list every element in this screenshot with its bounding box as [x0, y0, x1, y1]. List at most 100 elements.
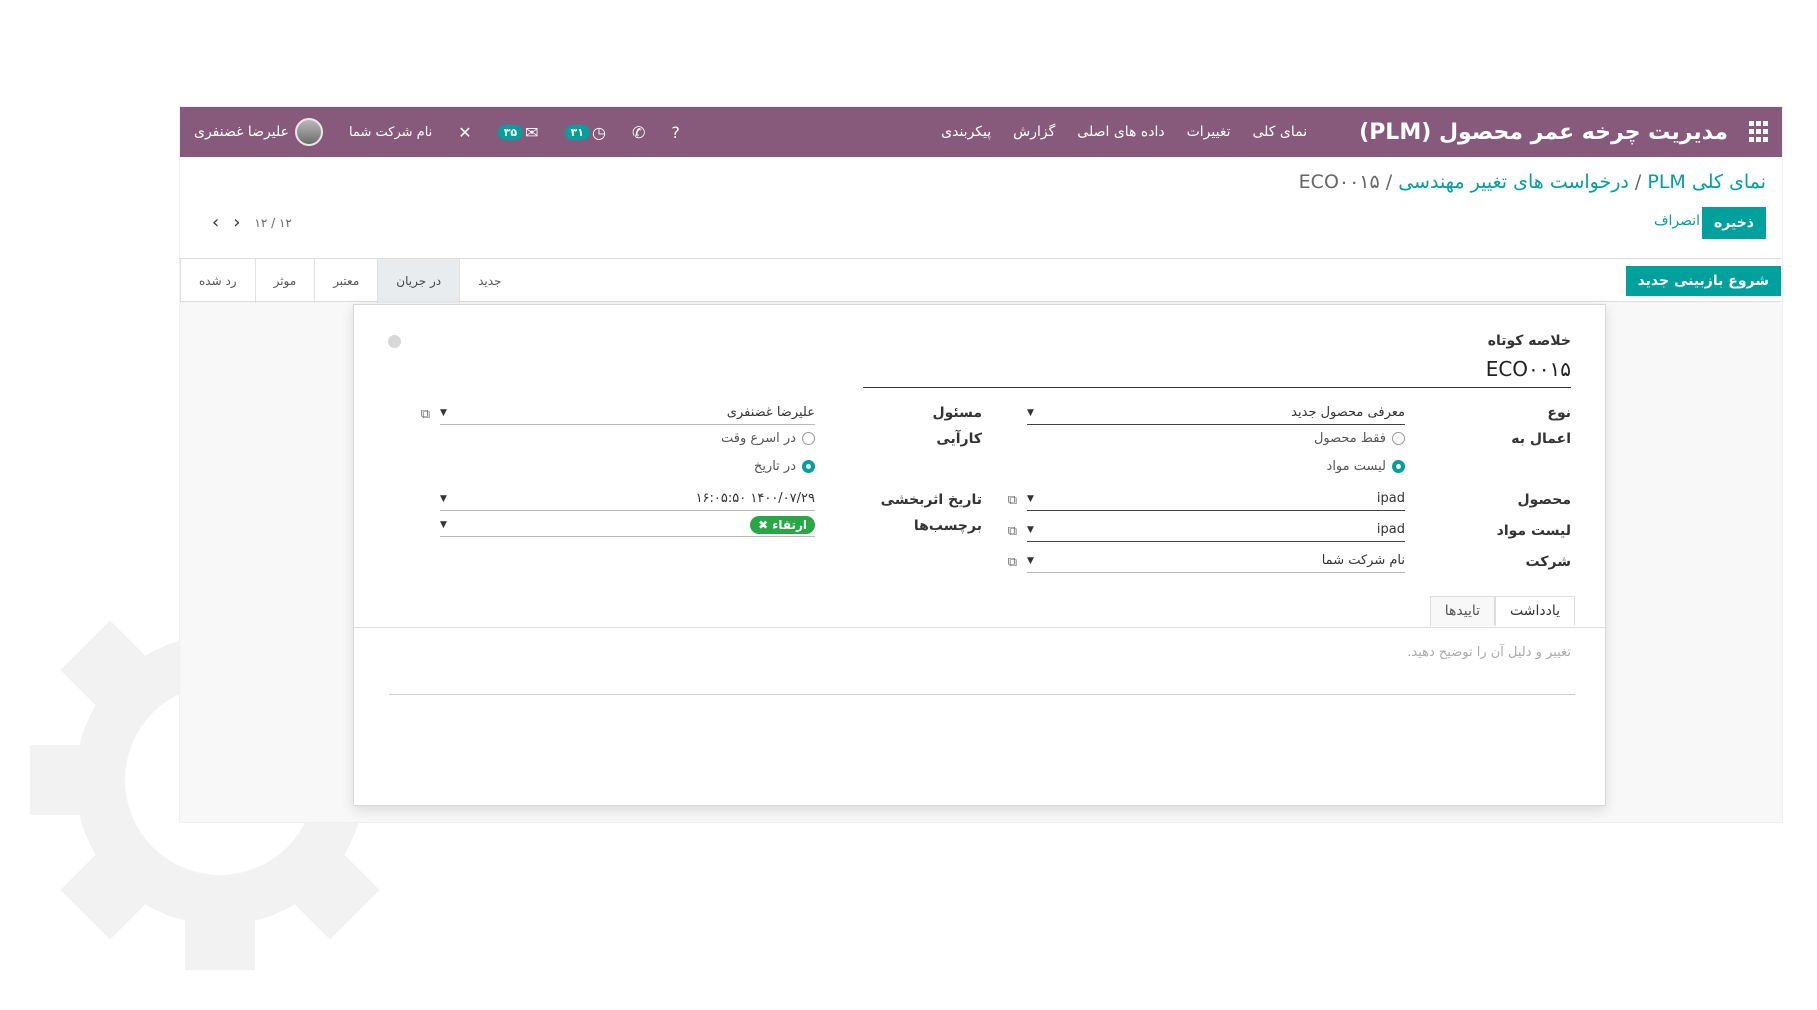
- stage-new[interactable]: جدید: [459, 258, 519, 303]
- chevron-down-icon: ▼: [1027, 407, 1034, 418]
- type-select[interactable]: معرفی محصول جدید ▼: [1027, 401, 1405, 425]
- radio-label: فقط محصول: [1313, 431, 1386, 446]
- help-icon[interactable]: ?: [671, 123, 680, 142]
- tab-approvals[interactable]: تاییدها: [1429, 596, 1495, 626]
- app-window: مدیریت چرخه عمر محصول (PLM) نمای کلی تغی…: [180, 107, 1782, 822]
- product-label: محصول: [1517, 492, 1571, 508]
- messages-button[interactable]: ✉ ۳۵: [497, 122, 539, 142]
- activities-button[interactable]: ◷ ۳۱: [564, 122, 606, 142]
- menu-overview[interactable]: نمای کلی: [1252, 124, 1307, 140]
- breadcrumb-root[interactable]: نمای کلی PLM: [1647, 171, 1766, 193]
- effective-date-value: ۱۴۰۰/۰۷/۲۹ ۱۶:۰۵:۵۰: [695, 491, 815, 506]
- menu-changes[interactable]: تغییرات: [1187, 124, 1231, 140]
- start-review-button[interactable]: شروع بازبینی جدید: [1625, 265, 1781, 296]
- external-link-icon[interactable]: ⧉: [1008, 555, 1017, 570]
- at-date-radio[interactable]: در تاریخ: [754, 459, 815, 474]
- menu-master-data[interactable]: داده های اصلی: [1077, 124, 1164, 140]
- stage-validated[interactable]: معتبر: [314, 258, 377, 303]
- notes-underline: [389, 694, 1575, 695]
- stage-in-progress[interactable]: در جریان: [377, 258, 460, 303]
- radio-empty-icon: [1392, 432, 1405, 445]
- main-menu: نمای کلی تغییرات داده های اصلی گزارش پیک…: [941, 124, 1307, 140]
- tag-remove-icon[interactable]: ✖: [758, 518, 768, 532]
- radio-label: لیست مواد: [1326, 459, 1386, 474]
- radio-empty-icon: [802, 432, 815, 445]
- tags-input[interactable]: ارتقاء ✖ ▼: [440, 513, 815, 537]
- discard-button[interactable]: انصراف: [1654, 213, 1700, 229]
- chevron-down-icon: ▼: [1027, 493, 1034, 504]
- user-menu[interactable]: علیرضا غضنفری: [194, 118, 323, 146]
- bom-select[interactable]: ipad ▼: [1027, 518, 1405, 542]
- user-name: علیرضا غضنفری: [194, 124, 289, 140]
- company-switcher[interactable]: نام شرکت شما: [349, 125, 432, 140]
- status-dot-icon[interactable]: [388, 335, 401, 348]
- save-button[interactable]: ذخیره: [1702, 207, 1766, 239]
- product-select[interactable]: ipad ▼: [1027, 487, 1405, 511]
- tags-label: برچسب‌ها: [913, 518, 982, 534]
- control-panel: نمای کلی PLM / درخواست های تغییر مهندسی …: [180, 157, 1782, 303]
- responsible-label: مسئول: [932, 405, 982, 421]
- efficiency-label: کارآیی: [936, 431, 982, 447]
- company-select[interactable]: نام شرکت شما ▼: [1027, 549, 1405, 573]
- notebook-tabs: یادداشت تاییدها: [1429, 596, 1575, 626]
- summary-label: خلاصه کوتاه: [1487, 333, 1571, 349]
- breadcrumb: نمای کلی PLM / درخواست های تغییر مهندسی …: [1299, 171, 1766, 193]
- notes-editor[interactable]: تغییر و دلیل آن را توضیح دهید.: [1407, 645, 1571, 660]
- radio-checked-icon: [1392, 460, 1405, 473]
- asap-radio[interactable]: در اسرع وقت: [721, 431, 815, 446]
- external-link-icon[interactable]: ⧉: [1008, 524, 1017, 539]
- activities-badge: ۳۱: [564, 124, 590, 140]
- pager-value[interactable]: ۱۲ / ۱۲: [254, 216, 291, 230]
- type-value: معرفی محصول جدید: [1291, 405, 1405, 420]
- apply-product-only-radio[interactable]: فقط محصول: [1314, 431, 1405, 446]
- pager-previous-icon[interactable]: ‹: [212, 212, 219, 233]
- breadcrumb-separator: /: [1628, 171, 1642, 193]
- messages-badge: ۳۵: [497, 124, 524, 140]
- tag-chip: ارتقاء ✖: [750, 515, 815, 534]
- breadcrumb-parent[interactable]: درخواست های تغییر مهندسی: [1398, 171, 1629, 193]
- pager-next-icon[interactable]: ›: [233, 212, 240, 233]
- company-value: نام شرکت شما: [1321, 553, 1405, 568]
- apply-bom-radio[interactable]: لیست مواد: [1327, 459, 1405, 474]
- form-sheet: خلاصه کوتاه ECO۰۰۱۵ نوع معرفی محصول جدید…: [353, 304, 1606, 806]
- tag-label: ارتقاء: [772, 517, 807, 532]
- company-label: شرکت: [1525, 554, 1571, 570]
- pager: ‹ › ۱۲ / ۱۲: [212, 212, 292, 233]
- bom-value: ipad: [1376, 522, 1405, 537]
- app-title: مدیریت چرخه عمر محصول (PLM): [1359, 119, 1728, 145]
- tab-divider: [354, 627, 1605, 628]
- debug-tools-icon[interactable]: ✕: [458, 123, 471, 142]
- menu-reporting[interactable]: گزارش: [1013, 124, 1055, 140]
- chevron-down-icon: ▼: [440, 493, 447, 504]
- radio-checked-icon: [802, 460, 815, 473]
- chevron-down-icon: ▼: [440, 407, 447, 418]
- chat-icon: ✉: [525, 122, 539, 142]
- chevron-down-icon: ▼: [1027, 524, 1034, 535]
- clock-icon: ◷: [591, 122, 606, 142]
- avatar: [295, 118, 323, 146]
- tab-note[interactable]: یادداشت: [1495, 596, 1575, 626]
- responsible-value: علیرضا غضنفری: [726, 405, 815, 420]
- responsible-select[interactable]: علیرضا غضنفری ▼: [440, 401, 815, 425]
- status-row: شروع بازبینی جدید جدید در جریان معتبر مو…: [180, 258, 1782, 303]
- effective-date-label: تاریخ اثربخشی: [880, 492, 982, 508]
- product-value: ipad: [1376, 491, 1405, 506]
- stage-effective[interactable]: موثر: [254, 258, 315, 303]
- systray: ? ✆ ◷ ۳۱ ✉ ۳۵ ✕ نام شرکت شما علیرضا غضنف…: [194, 107, 680, 157]
- external-link-icon[interactable]: ⧉: [1008, 493, 1017, 508]
- stage-rejected[interactable]: رد شده: [180, 258, 255, 303]
- effective-date-input[interactable]: ۱۴۰۰/۰۷/۲۹ ۱۶:۰۵:۵۰ ▼: [440, 487, 815, 511]
- chevron-down-icon: ▼: [440, 519, 447, 530]
- breadcrumb-separator: /: [1379, 171, 1393, 193]
- menu-configuration[interactable]: پیکربندی: [941, 124, 991, 140]
- apply-on-label: اعمال به: [1511, 431, 1571, 447]
- top-navbar: مدیریت چرخه عمر محصول (PLM) نمای کلی تغی…: [180, 107, 1782, 157]
- type-label: نوع: [1547, 405, 1571, 421]
- breadcrumb-current: ECO۰۰۱۵: [1298, 171, 1380, 193]
- apps-grid-icon[interactable]: [1746, 121, 1768, 143]
- external-link-icon[interactable]: ⧉: [421, 407, 430, 422]
- phone-icon[interactable]: ✆: [632, 123, 645, 142]
- summary-input[interactable]: ECO۰۰۱۵: [1486, 357, 1571, 381]
- chevron-down-icon: ▼: [1027, 555, 1034, 566]
- radio-label: در اسرع وقت: [720, 431, 796, 446]
